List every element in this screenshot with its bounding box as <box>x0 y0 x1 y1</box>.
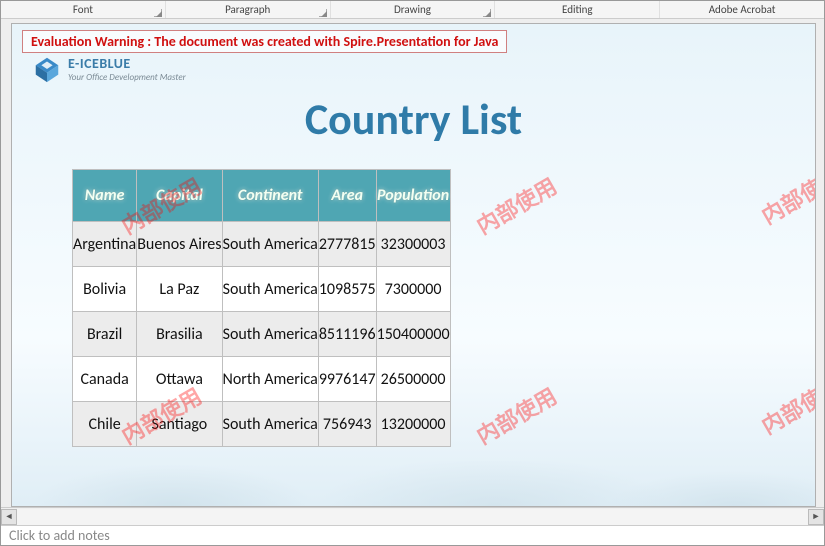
cell-name[interactable]: Bolivia <box>73 267 137 312</box>
ribbon-group-label: Paragraph <box>225 3 270 16</box>
table-header-row: Name Capital Continent Area Population <box>73 170 451 222</box>
table-row[interactable]: Brazil Brasilia South America 8511196 15… <box>73 312 451 357</box>
cell-population[interactable]: 7300000 <box>376 267 450 312</box>
ribbon-group-label: Font <box>73 3 93 16</box>
evaluation-warning: Evaluation Warning : The document was cr… <box>22 30 507 53</box>
notes-pane[interactable]: Click to add notes <box>1 525 824 545</box>
ribbon-group-bar: Font Paragraph Drawing Editing Adobe Acr… <box>1 1 824 19</box>
scroll-track[interactable] <box>17 509 808 525</box>
cell-name[interactable]: Canada <box>73 357 137 402</box>
notes-placeholder: Click to add notes <box>9 527 110 544</box>
cell-population[interactable]: 150400000 <box>376 312 450 357</box>
watermark: 内部使用 <box>755 369 816 441</box>
cell-area[interactable]: 1098575 <box>318 267 376 312</box>
col-header-population[interactable]: Population <box>376 170 450 222</box>
cell-capital[interactable]: Buenos Aires <box>137 222 222 267</box>
logo-tagline: Your Office Development Master <box>68 73 186 82</box>
dialog-launcher-icon[interactable] <box>154 9 162 17</box>
cell-continent[interactable]: South America <box>222 267 318 312</box>
ribbon-group-drawing[interactable]: Drawing <box>331 1 496 18</box>
cell-name[interactable]: Chile <box>73 402 137 447</box>
cell-name[interactable]: Argentina <box>73 222 137 267</box>
col-header-area[interactable]: Area <box>318 170 376 222</box>
watermark: 内部使用 <box>470 169 562 241</box>
logo-block: E-ICEBLUE Your Office Development Master <box>32 54 186 84</box>
table-row[interactable]: Argentina Buenos Aires South America 277… <box>73 222 451 267</box>
scroll-left-button[interactable]: ◄ <box>1 509 17 525</box>
ribbon-group-label: Adobe Acrobat <box>709 3 776 16</box>
ribbon-group-label: Drawing <box>394 3 431 16</box>
dialog-launcher-icon[interactable] <box>319 9 327 17</box>
table-row[interactable]: Bolivia La Paz South America 1098575 730… <box>73 267 451 312</box>
slide-title[interactable]: Country List <box>12 92 815 146</box>
cell-capital[interactable]: Ottawa <box>137 357 222 402</box>
cell-area[interactable]: 8511196 <box>318 312 376 357</box>
slide-editing-area: Evaluation Warning : The document was cr… <box>1 19 824 507</box>
ribbon-group-editing[interactable]: Editing <box>495 1 660 18</box>
ribbon-group-adobe[interactable]: Adobe Acrobat <box>660 1 824 18</box>
table-row[interactable]: Canada Ottawa North America 9976147 2650… <box>73 357 451 402</box>
cell-continent[interactable]: South America <box>222 312 318 357</box>
cell-capital[interactable]: Brasilia <box>137 312 222 357</box>
logo-brand-text: E-ICEBLUE <box>68 57 186 71</box>
cell-area[interactable]: 756943 <box>318 402 376 447</box>
cell-continent[interactable]: South America <box>222 222 318 267</box>
col-header-capital[interactable]: Capital <box>137 170 222 222</box>
cell-continent[interactable]: North America <box>222 357 318 402</box>
horizontal-scrollbar[interactable]: ◄ ► <box>1 507 824 525</box>
cell-capital[interactable]: La Paz <box>137 267 222 312</box>
col-header-continent[interactable]: Continent <box>222 170 318 222</box>
logo-icon <box>32 54 62 84</box>
cell-area[interactable]: 2777815 <box>318 222 376 267</box>
cell-population[interactable]: 13200000 <box>376 402 450 447</box>
country-table[interactable]: Name Capital Continent Area Population A… <box>72 169 451 447</box>
table-row[interactable]: Chile Santiago South America 756943 1320… <box>73 402 451 447</box>
background-clouds <box>12 461 815 506</box>
scroll-right-button[interactable]: ► <box>808 509 824 525</box>
cell-name[interactable]: Brazil <box>73 312 137 357</box>
watermark: 内部使用 <box>470 379 562 451</box>
watermark: 内部使用 <box>755 159 816 231</box>
ribbon-group-font[interactable]: Font <box>1 1 166 18</box>
ribbon-group-paragraph[interactable]: Paragraph <box>166 1 331 18</box>
ribbon-group-label: Editing <box>562 3 593 16</box>
slide-canvas[interactable]: Evaluation Warning : The document was cr… <box>11 23 816 507</box>
col-header-name[interactable]: Name <box>73 170 137 222</box>
cell-population[interactable]: 32300003 <box>376 222 450 267</box>
dialog-launcher-icon[interactable] <box>483 9 491 17</box>
cell-continent[interactable]: South America <box>222 402 318 447</box>
cell-capital[interactable]: Santiago <box>137 402 222 447</box>
cell-area[interactable]: 9976147 <box>318 357 376 402</box>
cell-population[interactable]: 26500000 <box>376 357 450 402</box>
